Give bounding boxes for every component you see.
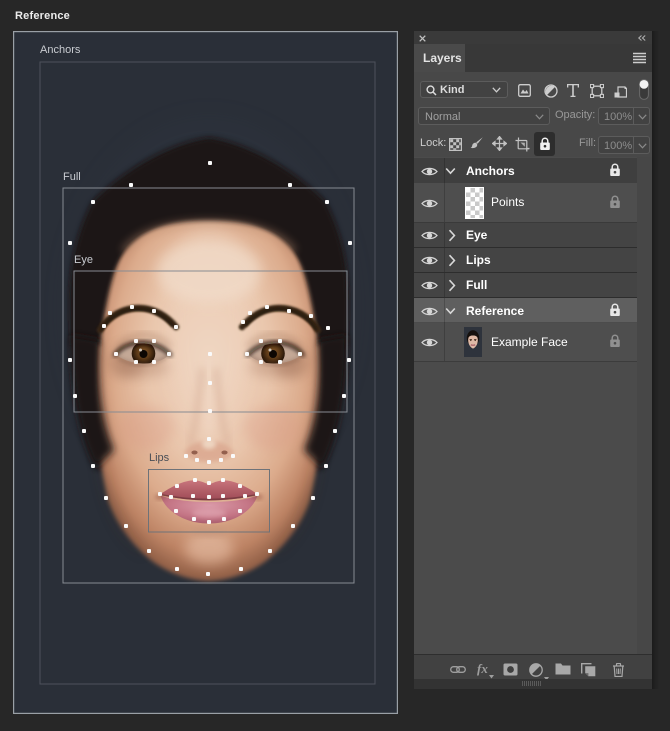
svg-text:Lips: Lips bbox=[149, 452, 170, 464]
svg-text:Anchors: Anchors bbox=[40, 44, 81, 56]
svg-text:Full: Full bbox=[63, 171, 81, 183]
svg-text:Eye: Eye bbox=[74, 254, 93, 266]
